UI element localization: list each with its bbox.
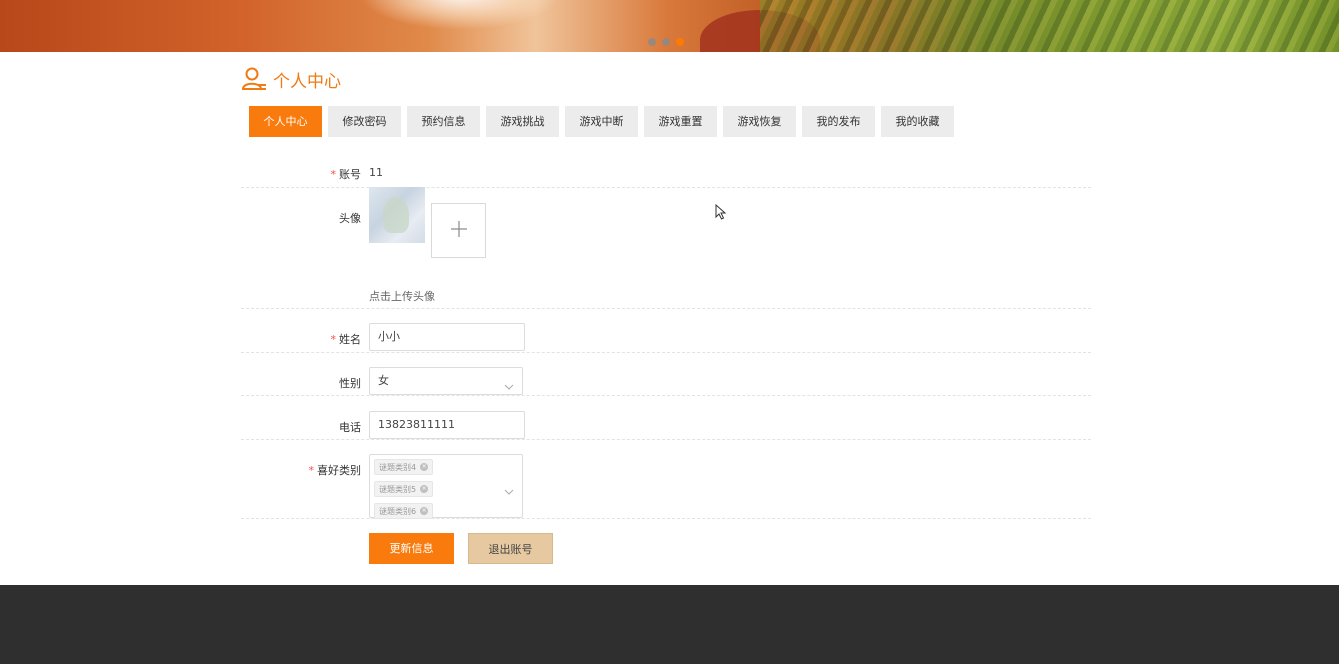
account-label: * 账号 [330,168,362,181]
tag-remove-icon[interactable]: × [420,507,429,515]
tag-remove-icon[interactable]: × [420,485,429,493]
preference-label: * 喜好类别 [308,464,362,477]
banner-light [360,0,560,30]
preference-row: * 喜好类别 谜题类别4 × 谜题类别5 × 谜题类别6 × [241,439,1091,519]
tab-game-reset[interactable]: 游戏重置 [644,106,717,137]
tag-remove-icon[interactable]: × [420,463,429,471]
tab-game-challenge[interactable]: 游戏挑战 [486,106,559,137]
banner-moss [760,0,1339,52]
user-icon [241,66,267,92]
carousel-indicators [648,38,684,46]
page-title-text: 个人中心 [273,71,341,92]
preference-multiselect[interactable]: 谜题类别4 × 谜题类别5 × 谜题类别6 × [369,454,523,519]
upload-hint[interactable]: 点击上传头像 [369,288,435,304]
tab-reservations[interactable]: 预约信息 [407,106,480,137]
gender-select[interactable]: 女 [369,367,523,395]
tab-change-password[interactable]: 修改密码 [328,106,401,137]
logout-button[interactable]: 退出账号 [468,533,553,564]
account-row: * 账号 11 [241,160,1091,188]
carousel-dot-2[interactable] [662,38,670,46]
preference-tag: 谜题类别5 × [374,481,434,497]
gender-row: 性别 女 [241,352,1091,396]
tab-game-restore[interactable]: 游戏恢复 [723,106,796,137]
gender-value: 女 [378,374,389,387]
tab-personal-center[interactable]: 个人中心 [249,106,322,137]
preference-tag: 谜题类别6 × [374,503,434,519]
page-title: 个人中心 [241,64,341,94]
avatar-upload-button[interactable] [431,203,486,258]
tab-game-interrupt[interactable]: 游戏中断 [565,106,638,137]
tab-my-favorites[interactable]: 我的收藏 [881,106,954,137]
tab-my-posts[interactable]: 我的发布 [802,106,875,137]
profile-tabs: 个人中心 修改密码 预约信息 游戏挑战 游戏中断 游戏重置 游戏恢复 我的发布 … [249,106,954,137]
phone-field[interactable]: 13823811111 [369,411,525,439]
name-field[interactable]: 小小 [369,323,525,351]
footer [0,585,1339,664]
name-row: * 姓名 小小 [241,308,1091,353]
hero-banner [0,0,1339,52]
update-info-button[interactable]: 更新信息 [369,533,454,564]
account-value: 11 [369,166,383,179]
mouse-cursor-icon [715,203,727,224]
avatar-label: 头像 [339,212,361,225]
avatar [369,187,425,243]
carousel-dot-3[interactable] [676,38,684,46]
phone-label: 电话 [339,421,361,434]
plus-icon [449,219,469,243]
name-label: * 姓名 [330,333,362,346]
avatar-row: 头像 点击上传头像 [241,187,1091,309]
preference-tag: 谜题类别4 × [374,459,434,475]
gender-label: 性别 [339,377,361,390]
chevron-down-icon [504,482,514,501]
phone-row: 电话 13823811111 [241,395,1091,440]
carousel-dot-1[interactable] [648,38,656,46]
